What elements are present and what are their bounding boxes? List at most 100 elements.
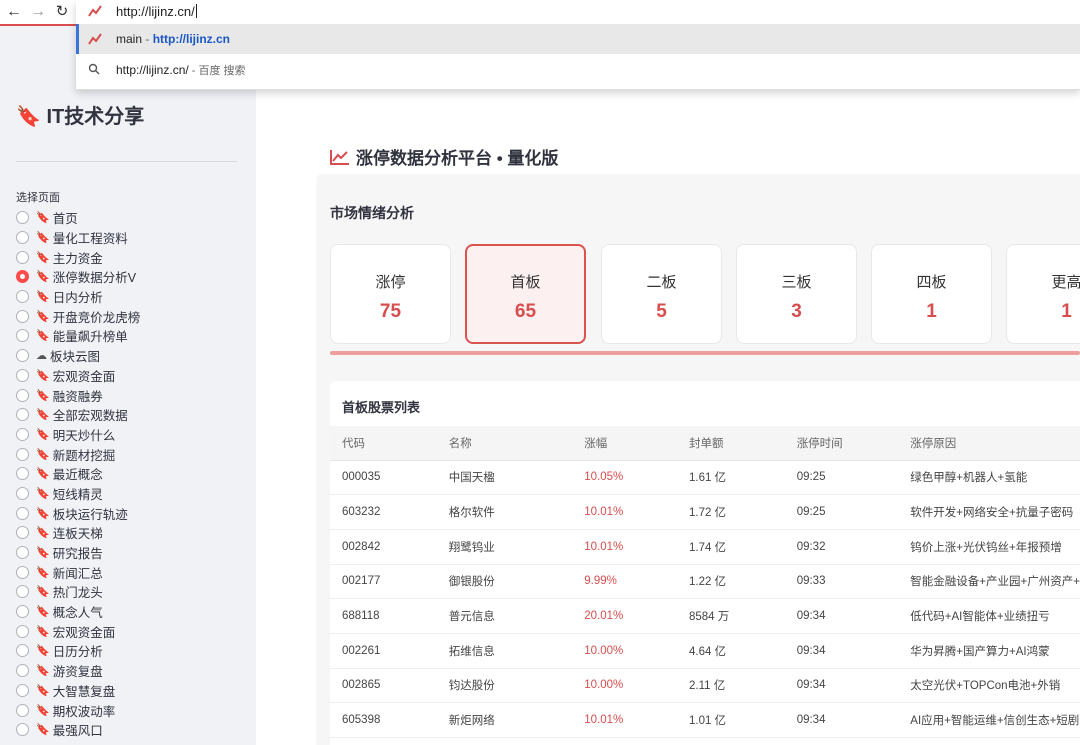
radio-button[interactable] xyxy=(16,427,29,441)
search-icon xyxy=(88,63,100,75)
table-row[interactable]: 002865 钧达股份 10.00% 2.11 亿 09:34 太空光伏+TOPCon电池… xyxy=(330,668,1080,704)
radio-button[interactable] xyxy=(16,565,29,579)
radio-button[interactable] xyxy=(16,585,29,599)
address-input-text[interactable]: http://lijinz.cn/ xyxy=(116,4,195,19)
column-header[interactable]: 涨幅 xyxy=(572,426,677,461)
radio-button[interactable] xyxy=(16,644,29,658)
stat-card[interactable]: 更高 1 xyxy=(1006,244,1080,344)
radio-button[interactable] xyxy=(16,231,29,245)
table-cell: 绿色甲醇+机器人+氢能 xyxy=(898,460,1080,496)
radio-button[interactable] xyxy=(16,486,29,500)
sidebar-item[interactable]: 🔖 日内分析 xyxy=(16,287,246,307)
radio-button[interactable] xyxy=(16,408,29,422)
radio-button[interactable] xyxy=(16,368,29,382)
sidebar-item[interactable]: 🔖 大智慧复盘 xyxy=(16,681,246,701)
radio-button[interactable] xyxy=(16,506,29,520)
stat-card-label: 三板 xyxy=(781,274,812,291)
address-bar[interactable]: http://lijinz.cn/ xyxy=(76,0,1080,24)
sidebar-item[interactable]: 🔖 期权波动率 xyxy=(16,700,246,720)
column-header[interactable]: 涨停时间 xyxy=(784,426,899,461)
back-arrow-icon[interactable]: ← xyxy=(4,2,24,22)
sidebar-item[interactable]: 🔖 最近概念 xyxy=(16,464,246,484)
suggestion-site[interactable]: main - http://lijinz.cn xyxy=(76,24,1080,54)
stat-card[interactable]: 涨停 75 xyxy=(330,244,451,344)
stat-card[interactable]: 四板 1 xyxy=(871,244,992,344)
radio-button[interactable] xyxy=(16,309,29,323)
sidebar-item[interactable]: 🔖 概念人气 xyxy=(16,602,246,622)
sidebar-item[interactable]: 🔖 板块运行轨迹 xyxy=(16,503,246,523)
forward-arrow-icon[interactable]: → xyxy=(28,2,48,22)
table-row[interactable]: 002261 拓维信息 10.00% 4.64 亿 09:34 华为昇腾+国产算力+AI鸿… xyxy=(330,633,1080,669)
radio-button[interactable] xyxy=(16,664,29,678)
column-header[interactable]: 涨停原因 xyxy=(898,426,1080,461)
table-row[interactable]: 605398 新炬网络 10.01% 1.01 亿 09:34 AI应用+智能运维+信创生… xyxy=(330,702,1080,738)
page-icon: 🔖 xyxy=(36,586,50,599)
stat-card-value: 1 xyxy=(1061,301,1072,322)
page-icon: 🔖 xyxy=(36,665,50,678)
page-icon: 🔖 xyxy=(36,547,50,560)
sidebar-item-label: 最近概念 xyxy=(52,468,103,483)
radio-button[interactable] xyxy=(16,270,29,284)
radio-button[interactable] xyxy=(16,683,29,697)
sidebar-item[interactable]: 🔖 最强风口 xyxy=(16,720,246,740)
sidebar-item[interactable]: 🔖 能量飙升榜单 xyxy=(16,326,246,346)
table-row[interactable]: 002177 御银股份 9.99% 1.22 亿 09:33 智能金融设备+产业园+广州资… xyxy=(330,564,1080,600)
radio-button[interactable] xyxy=(16,290,29,304)
sidebar-item[interactable]: 🔖 新闻汇总 xyxy=(16,562,246,582)
radio-button[interactable] xyxy=(16,526,29,540)
table-cell: 10.01% xyxy=(572,494,677,530)
table-header-row: 代码 名称 涨幅 封单额 涨停时间 涨停原因 xyxy=(330,426,1080,461)
table-row[interactable]: 002842 翔鹭钨业 10.01% 1.74 亿 09:32 钨价上涨+光伏钨丝+年报预… xyxy=(330,529,1080,565)
stat-card[interactable]: 首板 65 xyxy=(465,244,586,344)
radio-button[interactable] xyxy=(16,349,29,363)
sidebar-item[interactable]: 🔖 涨停数据分析V xyxy=(16,267,246,287)
sidebar-item[interactable]: 🔖 新题材挖掘 xyxy=(16,444,246,464)
table-body: 000035 中国天楹 10.05% 1.61 亿 09:25 绿色甲醇+机器人+氢能 60… xyxy=(330,460,1080,738)
sidebar-item-label: 研究报告 xyxy=(52,547,103,562)
stat-card[interactable]: 三板 3 xyxy=(736,244,857,344)
radio-button[interactable] xyxy=(16,447,29,461)
column-header[interactable]: 封单额 xyxy=(676,426,785,461)
table-row[interactable]: 688118 普元信息 20.01% 8584 万 09:34 低代码+AI智能体+业绩扭… xyxy=(330,598,1080,634)
sidebar-item[interactable]: 🔖 开盘竞价龙虎榜 xyxy=(16,306,246,326)
sidebar-item[interactable]: ☁ 板块云图 xyxy=(16,346,246,366)
sidebar-item[interactable]: 🔖 全部宏观数据 xyxy=(16,405,246,425)
suggestion-search[interactable]: http://lijinz.cn/ - 百度 搜索 xyxy=(76,54,1080,84)
radio-button[interactable] xyxy=(16,723,29,737)
sidebar: 🔖 IT技术分享 选择页面 🔖 首页 🔖 量化工程资料 🔖 主力资金 🔖 涨停数据分析V 🔖 日内… xyxy=(0,26,256,745)
table-row[interactable]: 000035 中国天楹 10.05% 1.61 亿 09:25 绿色甲醇+机器人+氢能 xyxy=(330,460,1080,496)
table-cell: 华为昇腾+国产算力+AI鸿蒙 xyxy=(898,633,1080,669)
sidebar-item[interactable]: 🔖 量化工程资料 xyxy=(16,228,246,248)
sidebar-item[interactable]: 🔖 短线精灵 xyxy=(16,484,246,504)
sidebar-item[interactable]: 🔖 首页 xyxy=(16,208,246,228)
page-icon: 🔖 xyxy=(36,606,50,619)
radio-button[interactable] xyxy=(16,211,29,225)
radio-button[interactable] xyxy=(16,467,29,481)
sidebar-item[interactable]: 🔖 主力资金 xyxy=(16,247,246,267)
sidebar-item[interactable]: 🔖 连板天梯 xyxy=(16,523,246,543)
radio-button[interactable] xyxy=(16,329,29,343)
column-header[interactable]: 代码 xyxy=(330,426,437,461)
table-row[interactable]: 603232 格尔软件 10.01% 1.72 亿 09:25 软件开发+网络安全+抗量子… xyxy=(330,494,1080,530)
sidebar-item[interactable]: 🔖 游资复盘 xyxy=(16,661,246,681)
sidebar-item[interactable]: 🔖 明天炒什么 xyxy=(16,425,246,445)
sidebar-item[interactable]: 🔖 日历分析 xyxy=(16,641,246,661)
table-cell: 低代码+AI智能体+业绩扭亏 xyxy=(898,598,1080,634)
sidebar-item-label: 全部宏观数据 xyxy=(52,409,128,424)
page-icon: 🔖 xyxy=(36,704,50,717)
table-cell: 中国天楹 xyxy=(436,460,573,496)
radio-button[interactable] xyxy=(16,388,29,402)
radio-button[interactable] xyxy=(16,624,29,638)
sidebar-item[interactable]: 🔖 宏观资金面 xyxy=(16,621,246,641)
radio-button[interactable] xyxy=(16,605,29,619)
radio-button[interactable] xyxy=(16,703,29,717)
sidebar-item[interactable]: 🔖 宏观资金面 xyxy=(16,366,246,386)
radio-button[interactable] xyxy=(16,546,29,560)
column-header[interactable]: 名称 xyxy=(436,426,573,461)
sidebar-item[interactable]: 🔖 研究报告 xyxy=(16,543,246,563)
reload-icon[interactable]: ↻ xyxy=(52,2,72,22)
sidebar-item[interactable]: 🔖 热门龙头 xyxy=(16,582,246,602)
radio-button[interactable] xyxy=(16,250,29,264)
sidebar-item[interactable]: 🔖 融资融券 xyxy=(16,385,246,405)
stat-card[interactable]: 二板 5 xyxy=(601,244,722,344)
